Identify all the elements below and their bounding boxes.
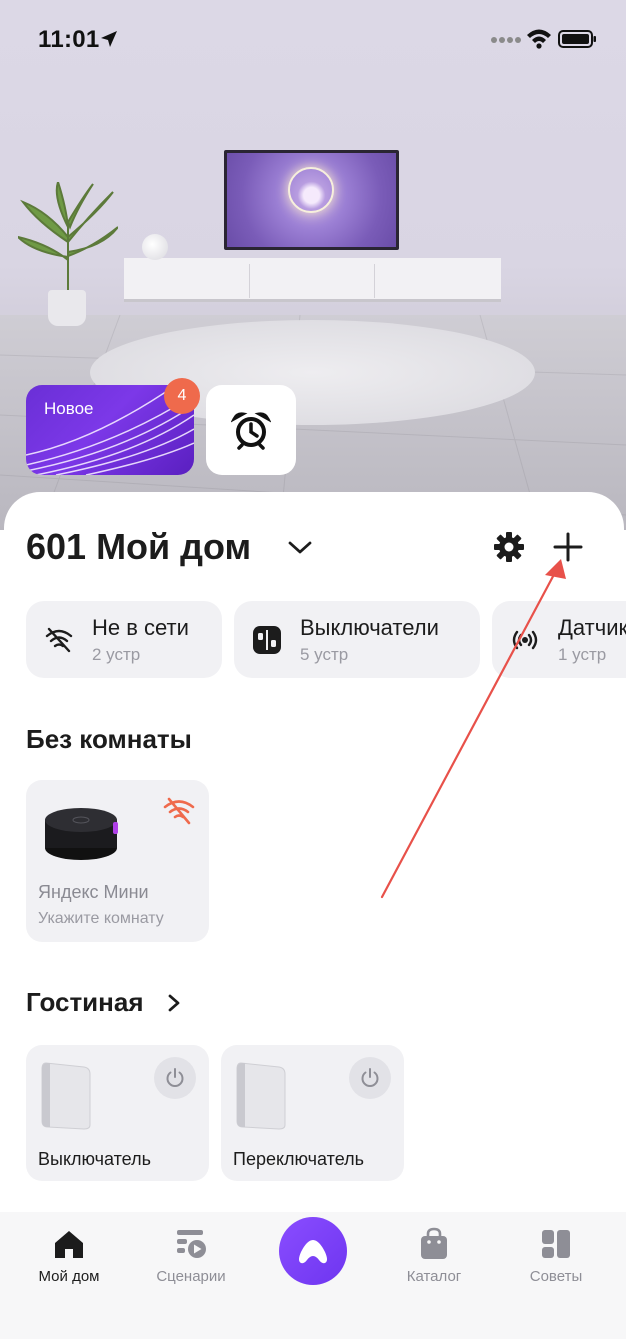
- wifi-off-icon: [163, 797, 195, 825]
- alarm-clock-icon: [231, 412, 271, 450]
- status-bar: 11:01: [0, 0, 626, 80]
- alarm-tile[interactable]: [206, 385, 296, 475]
- tv-glow-ring: [288, 167, 334, 213]
- device-card-yandex-mini[interactable]: Яндекс Мини Укажите комнату: [26, 780, 209, 942]
- plant-pot: [48, 290, 86, 326]
- status-time: 11:01: [38, 26, 100, 53]
- sensor-icon: [512, 630, 538, 650]
- room-title-no-room: Без комнаты: [26, 724, 192, 754]
- power-button[interactable]: [349, 1057, 391, 1099]
- home-title[interactable]: 601 Мой дом: [26, 526, 251, 568]
- device-name: Выключатель: [38, 1149, 151, 1169]
- smart-speaker-image: [45, 808, 118, 860]
- gear-icon[interactable]: [492, 530, 526, 564]
- device-card-switch[interactable]: Выключатель: [26, 1045, 209, 1181]
- tips-icon: [542, 1230, 570, 1258]
- room-title-living-room[interactable]: Гостиная: [26, 987, 144, 1018]
- tab-catalog[interactable]: Каталог: [379, 1222, 489, 1292]
- device-name: Яндекс Мини: [38, 882, 149, 902]
- tab-tips[interactable]: Советы: [501, 1222, 611, 1292]
- tab-label: Каталог: [406, 1268, 462, 1285]
- chip-count: 5 устр: [300, 645, 349, 664]
- power-button[interactable]: [154, 1057, 196, 1099]
- chip-offline[interactable]: Не в сети 2 устр: [26, 601, 222, 678]
- alice-icon: [299, 1240, 327, 1264]
- chip-title: Не в сети: [92, 615, 189, 640]
- wall-switch-image: [41, 1062, 91, 1130]
- tab-label: Сценарии: [156, 1268, 226, 1285]
- wifi-icon: [527, 29, 551, 49]
- switch-icon: [253, 626, 281, 654]
- device-card-toggle-switch[interactable]: Переключатель: [221, 1045, 404, 1181]
- cellular-signal-icon: [491, 37, 521, 43]
- device-name: Переключатель: [233, 1149, 364, 1169]
- battery-icon: [558, 30, 596, 48]
- tab-scenarios[interactable]: Сценарии: [136, 1222, 246, 1292]
- home-icon: [55, 1231, 83, 1258]
- lamp-image: [142, 234, 168, 260]
- tab-label: Советы: [529, 1268, 583, 1285]
- alice-button[interactable]: [279, 1217, 347, 1285]
- chip-count: 1 устр: [558, 645, 607, 664]
- device-subtitle: Укажите комнату: [38, 910, 164, 927]
- chip-sensors[interactable]: Датчики 1 устр: [492, 601, 626, 678]
- tv-console: [124, 258, 501, 302]
- new-count-badge: 4: [164, 378, 200, 414]
- tab-label: Мой дом: [38, 1268, 100, 1285]
- chevron-right-icon[interactable]: [164, 992, 184, 1014]
- power-icon: [361, 1068, 379, 1087]
- new-tile-label: Новое: [44, 399, 94, 418]
- plant-image: [18, 182, 118, 297]
- plus-icon[interactable]: [551, 530, 585, 564]
- tab-my-home[interactable]: Мой дом: [14, 1222, 124, 1292]
- wifi-off-icon: [45, 627, 73, 653]
- chip-switches[interactable]: Выключатели 5 устр: [234, 601, 480, 678]
- power-icon: [166, 1068, 184, 1087]
- shopping-bag-icon: [421, 1227, 447, 1259]
- scenarios-icon: [177, 1230, 206, 1258]
- location-arrow-icon: [101, 31, 117, 47]
- wall-switch-image: [236, 1062, 286, 1130]
- chip-count: 2 устр: [92, 645, 141, 664]
- chip-title: Датчики: [558, 615, 626, 640]
- chevron-down-icon[interactable]: [287, 536, 313, 558]
- chip-title: Выключатели: [300, 615, 439, 640]
